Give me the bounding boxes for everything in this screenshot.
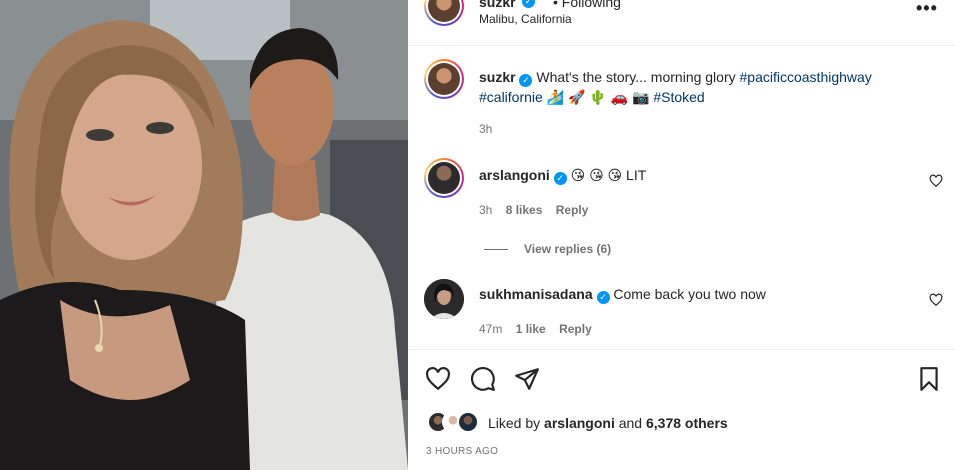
comment-time[interactable]: 3h <box>479 203 492 217</box>
post-timestamp[interactable]: 3 HOURS AGO <box>426 446 498 457</box>
commenter-username[interactable]: arslangoni <box>479 167 550 183</box>
view-replies-button[interactable]: View replies (6) <box>484 242 611 256</box>
likes-prefix: Liked by <box>488 415 541 431</box>
comment-like-heart-icon[interactable] <box>929 293 943 307</box>
comment-text: sukhmanisadana ✓ Come back you two now <box>479 286 766 304</box>
comment-text: arslangoni ✓ 😘 😘 😘 LIT <box>479 167 646 185</box>
author-avatar[interactable] <box>424 0 464 26</box>
view-replies-label[interactable]: View replies (6) <box>524 242 611 256</box>
post-side-panel: suzkr ✓ • Following Malibu, California •… <box>408 0 955 470</box>
post-actions <box>408 349 955 409</box>
likes-joiner: and <box>618 415 643 431</box>
likes-text: Liked by arslangoni and 6,378 others <box>488 415 728 431</box>
post-header: suzkr ✓ • Following Malibu, California •… <box>408 0 955 46</box>
more-options-icon[interactable]: ••• <box>916 0 938 19</box>
comment-like-heart-icon[interactable] <box>929 174 943 188</box>
caption-emojis: 🏄 🚀 🌵 🚗 📷 <box>546 89 650 105</box>
hashtag-link[interactable]: #californie <box>479 89 543 105</box>
verified-badge-icon: ✓ <box>522 0 535 8</box>
hashtag-link[interactable]: #pacificcoasthighway <box>740 69 872 85</box>
verified-badge-icon: ✓ <box>596 291 610 304</box>
selfie-image <box>0 0 408 470</box>
liker-username[interactable]: arslangoni <box>544 415 615 431</box>
post-location[interactable]: Malibu, California <box>479 12 572 26</box>
caption-time[interactable]: 3h <box>479 122 492 136</box>
commenter-avatar[interactable] <box>424 158 464 198</box>
caption-body: What's the story... morning glory <box>536 69 736 85</box>
comment-likes[interactable]: 8 likes <box>506 203 543 217</box>
caption-text: suzkr ✓ What's the story... morning glor… <box>479 67 939 107</box>
hashtag-link[interactable]: #Stoked <box>653 89 704 105</box>
liker-avatars[interactable] <box>427 411 487 433</box>
share-icon[interactable] <box>514 366 540 392</box>
commenter-avatar[interactable] <box>424 279 464 319</box>
reply-button[interactable]: Reply <box>556 203 589 217</box>
like-heart-icon[interactable] <box>425 366 451 392</box>
comment-meta: 3h 8 likes Reply <box>479 203 588 217</box>
comment-time[interactable]: 47m <box>479 322 502 336</box>
comment-body: Come back you two now <box>613 286 766 302</box>
replies-divider <box>484 249 508 251</box>
caption-avatar[interactable] <box>424 59 464 99</box>
verified-badge-icon: ✓ <box>519 74 533 87</box>
comment-body: 😘 😘 😘 LIT <box>570 167 647 183</box>
verified-badge-icon: ✓ <box>553 172 567 185</box>
post-photo[interactable] <box>0 0 408 470</box>
reply-button[interactable]: Reply <box>559 322 592 336</box>
likes-count[interactable]: 6,378 others <box>646 415 728 431</box>
caption-username[interactable]: suzkr <box>479 69 516 85</box>
commenter-username[interactable]: sukhmanisadana <box>479 286 593 302</box>
author-username[interactable]: suzkr <box>479 0 516 10</box>
comment-meta: 47m 1 like Reply <box>479 322 592 336</box>
comment-icon[interactable] <box>470 366 496 392</box>
comment-likes[interactable]: 1 like <box>516 322 546 336</box>
liker-avatar[interactable] <box>457 411 479 433</box>
save-bookmark-icon[interactable] <box>916 366 942 392</box>
follow-status[interactable]: • Following <box>553 0 621 10</box>
